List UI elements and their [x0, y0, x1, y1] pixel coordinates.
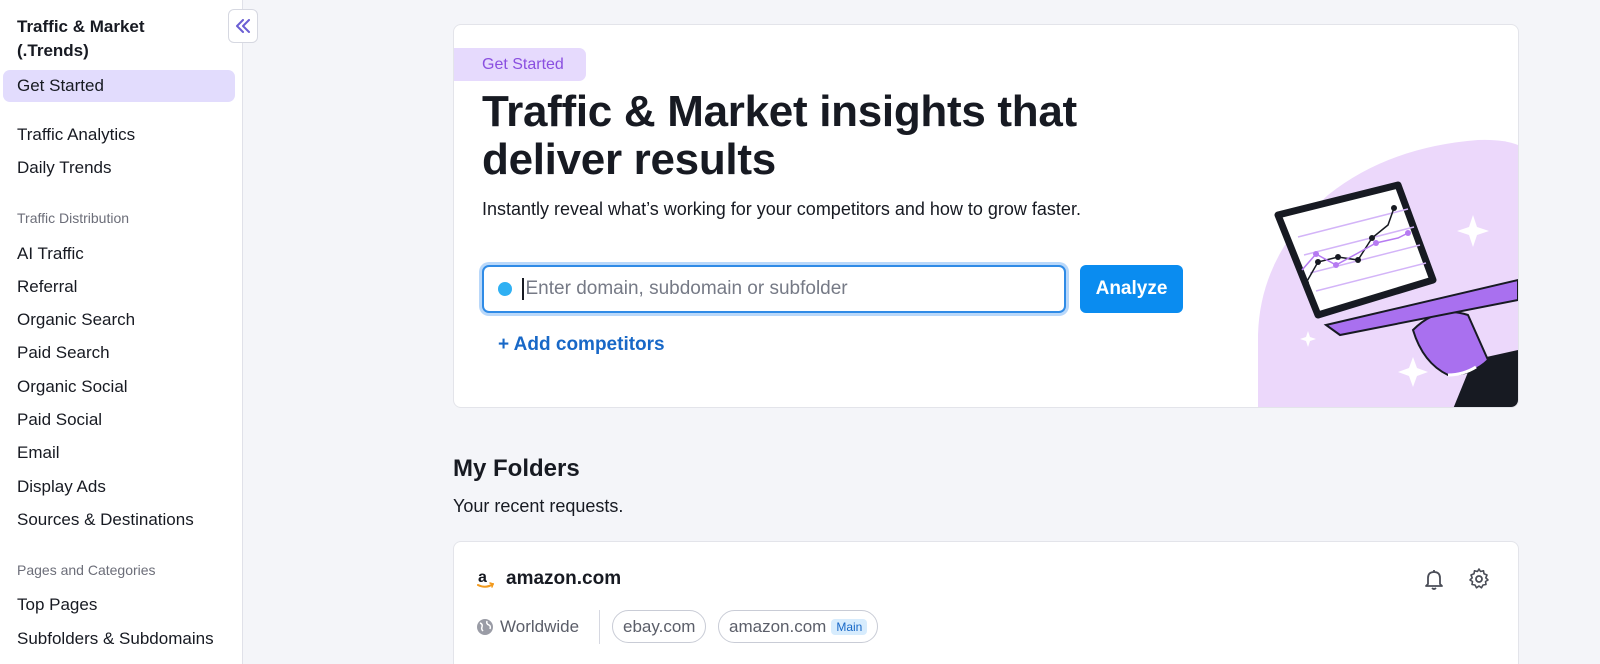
sidebar-title: Traffic & Market (.Trends) — [17, 17, 145, 60]
divider — [599, 610, 600, 644]
bell-icon[interactable] — [1422, 567, 1446, 591]
search-dot-icon — [498, 282, 512, 296]
sidebar-item-paid-search[interactable]: Paid Search — [3, 337, 235, 369]
hero-subtitle: Instantly reveal what’s working for your… — [482, 199, 1081, 219]
sidebar-item-display-ads[interactable]: Display Ads — [3, 471, 235, 503]
svg-text:a: a — [478, 569, 487, 586]
main-badge: Main — [831, 618, 868, 635]
region-label: Worldwide — [476, 617, 579, 637]
sidebar-item-top-pages[interactable]: Top Pages — [3, 589, 235, 621]
globe-icon — [477, 619, 493, 635]
sidebar-item-subfolders-subdomains[interactable]: Subfolders & Subdomains — [3, 623, 235, 655]
double-chevron-left-icon — [236, 19, 250, 33]
folder-card[interactable]: a amazon.com Worldwide ebay.com amazon.c… — [453, 541, 1519, 664]
sidebar-item-organic-social[interactable]: Organic Social — [3, 371, 235, 403]
chip-label: amazon.com — [729, 616, 827, 636]
sidebar-item-paid-social[interactable]: Paid Social — [3, 404, 235, 436]
sidebar-item-ai-traffic[interactable]: AI Traffic — [3, 238, 235, 270]
competitor-chip[interactable]: ebay.com — [612, 610, 707, 643]
amazon-logo-icon: a — [477, 569, 494, 588]
gear-icon[interactable] — [1467, 567, 1491, 591]
hero-card: Get Started Traffic & Market insights th… — [453, 24, 1519, 408]
collapse-sidebar-button[interactable] — [228, 9, 258, 43]
hero-tag: Get Started — [454, 48, 586, 81]
folders-subtitle: Your recent requests. — [453, 496, 624, 516]
folders-title: My Folders — [453, 455, 580, 482]
laptop-illustration — [1258, 139, 1518, 407]
sidebar-item-email[interactable]: Email — [3, 437, 235, 469]
sidebar-section-pages-categories: Pages and Categories — [17, 562, 156, 578]
sidebar-section-traffic-distribution: Traffic Distribution — [17, 210, 130, 226]
add-competitors-link[interactable]: + Add competitors — [498, 334, 665, 356]
sidebar-item-traffic-analytics[interactable]: Traffic Analytics — [3, 119, 235, 151]
sidebar: Traffic & Market (.Trends) Get Started T… — [0, 0, 243, 664]
main-domain-chip[interactable]: amazon.com Main — [718, 610, 879, 643]
sidebar-item-daily-trends[interactable]: Daily Trends — [3, 152, 235, 184]
sidebar-item-sources-destinations[interactable]: Sources & Destinations — [3, 504, 235, 536]
region-text: Worldwide — [500, 617, 580, 636]
domain-search-input[interactable] — [525, 278, 1046, 300]
chip-label: ebay.com — [623, 616, 696, 636]
text-caret — [522, 278, 524, 300]
domain-search-field[interactable] — [482, 265, 1066, 313]
hero-title: Traffic & Market insights that deliver r… — [482, 87, 1077, 184]
sidebar-item-organic-search[interactable]: Organic Search — [3, 304, 235, 336]
folder-name[interactable]: amazon.com — [506, 568, 621, 590]
sidebar-item-referral[interactable]: Referral — [3, 271, 235, 303]
analyze-button[interactable]: Analyze — [1080, 265, 1183, 313]
sidebar-item-get-started[interactable]: Get Started — [3, 70, 235, 102]
